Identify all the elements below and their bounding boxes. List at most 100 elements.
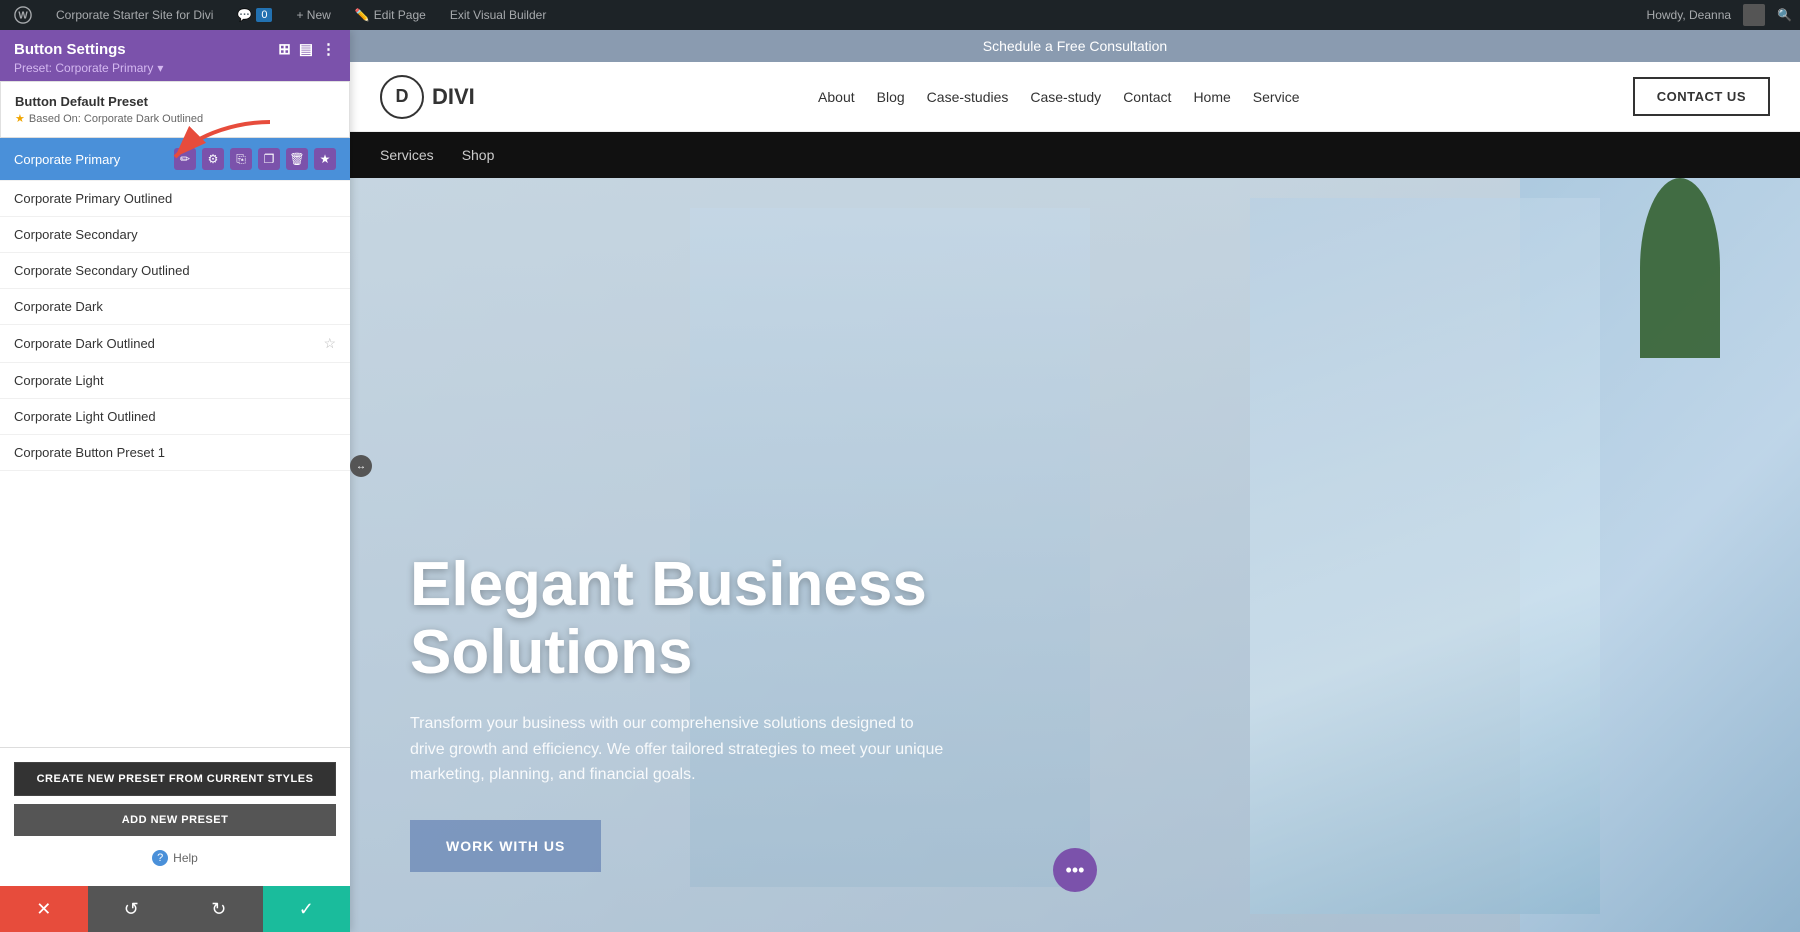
user-avatar — [1743, 4, 1765, 26]
admin-bar: W Corporate Starter Site for Divi 💬 0 + … — [0, 0, 1800, 30]
sub-nav: Services Shop — [350, 132, 1800, 178]
svg-text:W: W — [18, 11, 28, 22]
preset-item-corporate-primary-outlined[interactable]: Corporate Primary Outlined — [0, 181, 350, 217]
help-link[interactable]: ? Help — [14, 844, 336, 872]
preset-item-corporate-primary[interactable]: Corporate Primary ✏ ⚙ ⎘ ❐ 🗑 ★ — [0, 138, 350, 181]
building-2 — [1250, 198, 1600, 914]
redo-icon: ↻ — [211, 899, 226, 920]
nav-link-case-studies[interactable]: Case-studies — [927, 89, 1009, 105]
tree-decoration — [1640, 178, 1720, 358]
drag-icon: ↔ — [356, 461, 366, 472]
preset-actions-corporate-primary: ✏ ⚙ ⎘ ❐ 🗑 ★ — [174, 148, 336, 170]
announcement-bar: Schedule a Free Consultation — [350, 30, 1800, 62]
preset-name-corporate-primary: Corporate Primary — [14, 152, 120, 167]
main-area: Button Settings ⊞ ▤ ⋮ Preset: Corporate … — [0, 30, 1800, 932]
create-preset-button[interactable]: CREATE NEW PRESET FROM CURRENT STYLES — [14, 762, 336, 796]
exit-builder-text: Exit Visual Builder — [450, 8, 547, 22]
cancel-icon: ✕ — [36, 899, 51, 920]
site-name-link[interactable]: Corporate Starter Site for Divi — [50, 8, 219, 22]
hero-section: Elegant Business Solutions Transform you… — [350, 178, 1800, 932]
default-preset-title: Button Default Preset — [15, 94, 335, 109]
preset-item-corporate-secondary-outlined[interactable]: Corporate Secondary Outlined — [0, 253, 350, 289]
floating-menu-dot[interactable]: ••• — [1053, 848, 1097, 892]
dots-icon: ••• — [1066, 860, 1085, 881]
window-resize-icon[interactable]: ⊞ — [278, 40, 291, 58]
panel-drag-handle[interactable]: ↔ — [350, 455, 372, 477]
exit-builder-link[interactable]: Exit Visual Builder — [444, 8, 553, 22]
more-options-icon[interactable]: ⋮ — [321, 40, 336, 58]
chevron-down-icon: ▾ — [157, 61, 163, 75]
nav-link-about[interactable]: About — [818, 89, 855, 105]
preset-name-corporate-dark: Corporate Dark — [14, 299, 103, 314]
preset-item-corporate-secondary[interactable]: Corporate Secondary — [0, 217, 350, 253]
panel-title-text: Button Settings — [14, 41, 126, 58]
cancel-button[interactable]: ✕ — [0, 886, 88, 932]
default-preset-box: Button Default Preset ★ Based On: Corpor… — [0, 81, 350, 138]
nav-link-blog[interactable]: Blog — [877, 89, 905, 105]
search-icon[interactable]: 🔍 — [1777, 8, 1792, 22]
nav-links: About Blog Case-studies Case-study Conta… — [505, 89, 1613, 105]
work-with-us-button[interactable]: WORK WITH US — [410, 820, 601, 872]
nav-link-case-study[interactable]: Case-study — [1030, 89, 1101, 105]
user-greeting: Howdy, Deanna — [1647, 8, 1732, 22]
add-preset-button[interactable]: ADD NEW PRESET — [14, 804, 336, 836]
settings-preset-icon[interactable]: ⚙ — [202, 148, 224, 170]
preset-item-corporate-dark-outlined[interactable]: Corporate Dark Outlined ☆ — [0, 325, 350, 363]
site-name-text: Corporate Starter Site for Divi — [56, 8, 213, 22]
delete-preset-icon[interactable]: 🗑 — [286, 148, 308, 170]
panel-header: Button Settings ⊞ ▤ ⋮ Preset: Corporate … — [0, 30, 350, 81]
wordpress-logo[interactable]: W — [8, 6, 38, 24]
default-preset-sub: ★ Based On: Corporate Dark Outlined — [15, 112, 335, 125]
redo-button[interactable]: ↻ — [175, 886, 263, 932]
preset-name-corporate-secondary: Corporate Secondary — [14, 227, 138, 242]
website-preview: Schedule a Free Consultation D DIVI Abou… — [350, 30, 1800, 932]
panel-title: Button Settings ⊞ ▤ ⋮ — [14, 40, 336, 58]
help-text: Help — [173, 851, 198, 865]
preset-item-corporate-button-preset-1[interactable]: Corporate Button Preset 1 — [0, 435, 350, 471]
nav-link-service[interactable]: Service — [1253, 89, 1300, 105]
save-button[interactable]: ✓ — [263, 886, 351, 932]
nav-link-contact[interactable]: Contact — [1123, 89, 1171, 105]
star-outline-icon[interactable]: ☆ — [323, 335, 336, 352]
preset-name-corporate-primary-outlined: Corporate Primary Outlined — [14, 191, 172, 206]
copy-preset-icon[interactable]: ⎘ — [230, 148, 252, 170]
new-item-text: + New — [296, 8, 330, 22]
announcement-text: Schedule a Free Consultation — [983, 38, 1167, 54]
sub-nav-services[interactable]: Services — [380, 147, 434, 163]
preset-name-corporate-secondary-outlined: Corporate Secondary Outlined — [14, 263, 190, 278]
duplicate-preset-icon[interactable]: ❐ — [258, 148, 280, 170]
hero-subtitle: Transform your business with our compreh… — [410, 711, 950, 788]
star-icon: ★ — [15, 112, 25, 125]
edit-page-link[interactable]: ✏️ Edit Page — [349, 8, 432, 22]
left-panel: Button Settings ⊞ ▤ ⋮ Preset: Corporate … — [0, 30, 350, 932]
star-active-icon[interactable]: ★ — [314, 148, 336, 170]
preset-label-text: Preset: Corporate Primary — [14, 61, 153, 75]
preset-name-corporate-button-preset-1: Corporate Button Preset 1 — [14, 445, 165, 460]
hero-title: Elegant Business Solutions — [410, 551, 990, 687]
preset-item-corporate-light[interactable]: Corporate Light — [0, 363, 350, 399]
preset-name-corporate-dark-outlined: Corporate Dark Outlined — [14, 336, 155, 351]
preset-label[interactable]: Preset: Corporate Primary ▾ — [14, 61, 336, 75]
preset-name-corporate-light: Corporate Light — [14, 373, 104, 388]
comments-link[interactable]: 💬 0 — [231, 8, 278, 22]
help-icon: ? — [152, 850, 168, 866]
preset-item-corporate-light-outlined[interactable]: Corporate Light Outlined — [0, 399, 350, 435]
logo-text: DIVI — [432, 84, 475, 110]
undo-icon: ↺ — [124, 899, 139, 920]
site-logo[interactable]: D DIVI — [380, 75, 475, 119]
contact-us-button[interactable]: CONTACT US — [1633, 77, 1770, 116]
new-item-link[interactable]: + New — [290, 8, 336, 22]
panel-title-icons: ⊞ ▤ ⋮ — [278, 40, 336, 58]
preset-list: Corporate Primary ✏ ⚙ ⎘ ❐ 🗑 ★ Corporate … — [0, 138, 350, 747]
edit-preset-icon[interactable]: ✏ — [174, 148, 196, 170]
preset-name-corporate-light-outlined: Corporate Light Outlined — [14, 409, 156, 424]
sub-nav-shop[interactable]: Shop — [462, 147, 495, 163]
comment-icon: 💬 — [237, 8, 252, 22]
comment-count: 0 — [256, 8, 272, 22]
undo-button[interactable]: ↺ — [88, 886, 176, 932]
site-nav: D DIVI About Blog Case-studies Case-stud… — [350, 62, 1800, 132]
preset-item-corporate-dark[interactable]: Corporate Dark — [0, 289, 350, 325]
logo-circle: D — [380, 75, 424, 119]
layout-icon[interactable]: ▤ — [299, 40, 313, 58]
nav-link-home[interactable]: Home — [1193, 89, 1230, 105]
